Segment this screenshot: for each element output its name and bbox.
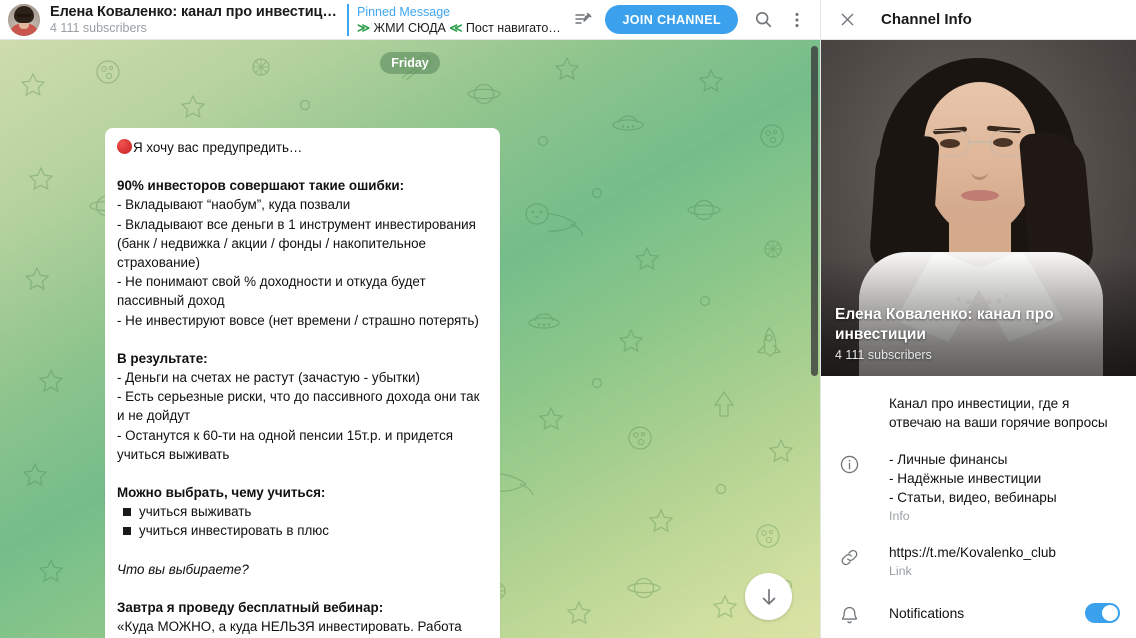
info-circle-icon xyxy=(837,452,861,476)
message-bullet-2: учиться инвестировать в плюс xyxy=(117,521,488,540)
chat-column: Елена Коваленко: канал про инвестиц… 4 1… xyxy=(0,0,820,638)
channel-cover-photo[interactable]: Елена Коваленко: канал про инвестиции 4 … xyxy=(821,40,1136,376)
message-bubble[interactable]: Я хочу вас предупредить… 90% инвесторов … xyxy=(105,128,500,638)
pinned-arrow-left-glyph: ≫ xyxy=(356,20,371,35)
message-quote: «Куда МОЖНО, а куда НЕЛЬЗЯ инвестировать… xyxy=(117,619,462,635)
arrow-down-icon xyxy=(762,588,775,605)
pinned-messages-icon[interactable] xyxy=(567,3,601,37)
notifications-toggle[interactable] xyxy=(1085,603,1120,623)
message-intro-text: Я хочу вас предупредить… xyxy=(133,140,303,155)
close-icon[interactable] xyxy=(835,8,859,32)
pinned-text-mid: ЖМИ СЮДА xyxy=(370,20,450,35)
link-icon xyxy=(837,545,861,569)
message-bullet-2-text: учиться инвестировать в плюс xyxy=(139,523,329,539)
chat-scrollbar-thumb[interactable] xyxy=(811,46,818,376)
notifications-row[interactable]: Notifications xyxy=(821,588,1136,634)
channel-avatar[interactable] xyxy=(8,3,40,36)
scroll-to-bottom-button[interactable] xyxy=(745,573,792,620)
pinned-message-text: ≫ ЖМИ СЮДА ≪ Пост навигатор … xyxy=(357,20,567,36)
message-result-2: - Есть серьезные риски, что до пассивног… xyxy=(117,389,480,424)
toggle-knob xyxy=(1102,605,1118,621)
pinned-arrow-right-glyph: ≪ xyxy=(449,20,463,35)
message-heading-2: В результате: xyxy=(117,349,488,368)
telegram-window: Елена Коваленко: канал про инвестиц… 4 1… xyxy=(0,0,1136,638)
bell-icon xyxy=(837,602,861,626)
message-line-1: - Вкладывают “наобум”, куда позвали xyxy=(117,197,351,213)
portrait-lips xyxy=(961,190,999,201)
link-text-block: https://t.me/Kovalenko_club Link xyxy=(889,543,1120,580)
more-vertical-icon[interactable] xyxy=(780,3,814,37)
description-text-block: Канал про инвестиции, где я отвечаю на в… xyxy=(889,394,1120,432)
message-bullet-1-text: учиться выживать xyxy=(139,504,252,520)
chat-scrollbar[interactable] xyxy=(811,40,818,638)
channel-title: Елена Коваленко: канал про инвестиц… xyxy=(50,4,337,20)
description-row: Канал про инвестиции, где я отвечаю на в… xyxy=(821,384,1136,440)
channel-info-header: Channel Info xyxy=(821,0,1136,40)
channel-info-panel: Channel Info Елена Коваленко: канал про … xyxy=(820,0,1136,638)
avatar-glasses xyxy=(17,13,31,17)
message-line-2: - Вкладывают все деньги в 1 инструмент и… xyxy=(117,216,476,271)
about-text-block: - Личные финансы - Надёжные инвестиции -… xyxy=(889,450,1120,525)
join-channel-button[interactable]: JOIN CHANNEL xyxy=(605,5,738,34)
channel-description: Канал про инвестиции, где я отвечаю на в… xyxy=(889,396,1108,430)
message-question: Что вы выбираете? xyxy=(117,560,488,579)
message-heading-4: Завтра я проведу бесплатный вебинар: xyxy=(117,598,488,617)
message-result-3: - Останутся к 60-ти на одной пенсии 15т.… xyxy=(117,427,454,462)
messages-inner: Friday Я хочу вас предупредить… 90% инве… xyxy=(0,40,820,638)
pinned-message-bar[interactable]: Pinned Message ≫ ЖМИ СЮДА ≪ Пост навигат… xyxy=(346,3,567,36)
message-heading-4-text: Завтра я проведу бесплатный вебинар: xyxy=(117,599,384,615)
message-intro-line: Я хочу вас предупредить… xyxy=(117,138,488,157)
message-question-text: Что вы выбираете? xyxy=(117,561,249,577)
cover-subscribers: 4 111 subscribers xyxy=(835,348,932,362)
info-about-row[interactable]: - Личные финансы - Надёжные инвестиции -… xyxy=(821,440,1136,533)
message-list[interactable]: Friday Я хочу вас предупредить… 90% инве… xyxy=(0,40,820,638)
notifications-text-block: Notifications xyxy=(889,604,1085,623)
pinned-message-label: Pinned Message xyxy=(356,4,451,19)
message-heading-3-text: Можно выбрать, чему учиться: xyxy=(117,485,326,501)
square-bullet-icon xyxy=(123,527,131,536)
cover-channel-name: Елена Коваленко: канал про инвестиции xyxy=(835,306,1054,343)
message-result-1: - Деньги на счетах не растут (зачастую -… xyxy=(117,370,420,386)
notifications-label: Notifications xyxy=(889,605,965,621)
message-line-3: - Не понимают свой % доходности и откуда… xyxy=(117,274,426,309)
about-caption: Info xyxy=(889,509,910,523)
chat-title-block[interactable]: Елена Коваленко: канал про инвестиц… 4 1… xyxy=(50,3,337,36)
message-line-4: - Не инвестируют вовсе (нет времени / ст… xyxy=(117,312,479,328)
channel-info-title: Channel Info xyxy=(881,11,972,28)
day-badge: Friday xyxy=(380,52,440,74)
message-heading-1: 90% инвесторов совершают такие ошибки: xyxy=(117,176,488,195)
info-link-row[interactable]: https://t.me/Kovalenko_club Link xyxy=(821,533,1136,588)
message-heading-3: Можно выбрать, чему учиться: xyxy=(117,483,488,502)
red-circle-emoji xyxy=(117,139,132,154)
square-bullet-icon xyxy=(123,508,131,517)
cover-caption: Елена Коваленко: канал про инвестиции 4 … xyxy=(835,305,1125,364)
channel-link-value[interactable]: https://t.me/Kovalenko_club xyxy=(889,543,1120,562)
link-caption: Link xyxy=(889,564,912,578)
portrait-glasses xyxy=(925,130,1035,158)
chat-header: Елена Коваленко: канал про инвестиц… 4 1… xyxy=(0,0,820,40)
channel-subscribers: 4 111 subscribers xyxy=(50,21,147,35)
portrait-nose xyxy=(971,156,988,180)
about-text: - Личные финансы - Надёжные инвестиции -… xyxy=(889,452,1057,505)
message-bullet-1: учиться выживать xyxy=(117,502,488,521)
pinned-text-tail: Пост навигатор … xyxy=(462,20,568,35)
message-heading-1-text: 90% инвесторов совершают такие ошибки: xyxy=(117,178,405,194)
search-icon[interactable] xyxy=(746,3,780,37)
day-separator: Friday xyxy=(0,52,820,74)
message-heading-2-text: В результате: xyxy=(117,350,208,366)
channel-info-body: Канал про инвестиции, где я отвечаю на в… xyxy=(821,376,1136,638)
